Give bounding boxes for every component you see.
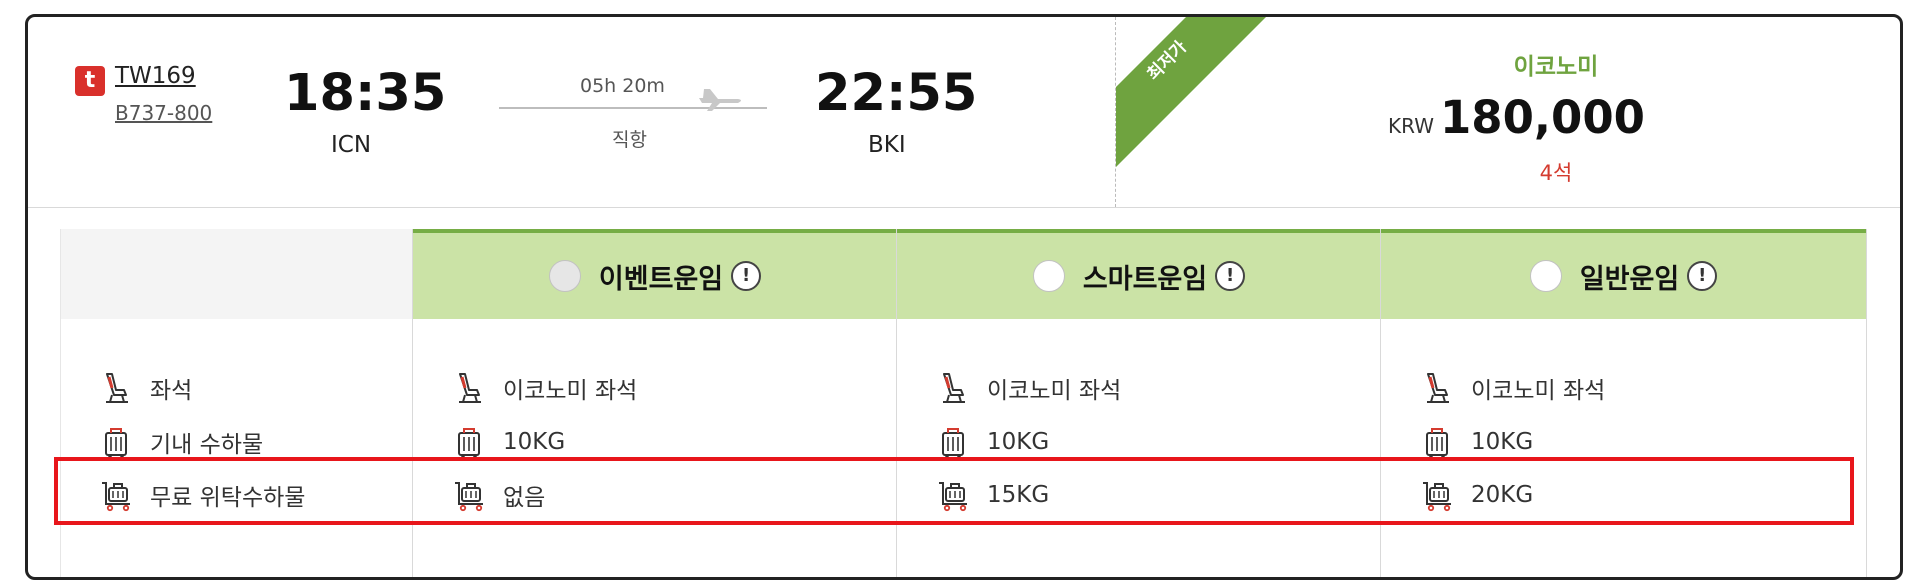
fare-checked: 없음	[451, 478, 545, 512]
currency: KRW	[1388, 114, 1434, 138]
price-row: KRW 180,000	[1388, 91, 1718, 144]
luggage-icon	[458, 428, 480, 460]
fare-table: 좌석 기내 수하물 무료 위탁수하물 이벤트운임 ! 이코노미 좌석 10KG …	[60, 229, 1867, 577]
seat-row-label: 좌석	[98, 371, 192, 405]
cabin-class: 이코노미	[1513, 54, 1599, 80]
aircraft-type-link[interactable]: B737-800	[115, 101, 212, 125]
price-amount: 180,000	[1439, 91, 1645, 144]
fare-carry-on-value: 10KG	[503, 429, 566, 455]
info-icon[interactable]: !	[1215, 261, 1246, 291]
fare-checked: 20KG	[1419, 478, 1533, 512]
baggage-cart-icon	[101, 482, 131, 512]
fare-header-regular[interactable]: 일반운임 !	[1381, 229, 1866, 319]
fare-seat-value: 이코노미 좌석	[1471, 378, 1606, 404]
seat-label: 좌석	[150, 378, 193, 404]
fare-radio-event[interactable]	[548, 260, 581, 292]
fare-radio-regular[interactable]	[1529, 260, 1562, 292]
luggage-icon	[105, 428, 127, 460]
fare-header-event[interactable]: 이벤트운임 !	[413, 229, 897, 319]
stops-label: 직항	[612, 129, 647, 151]
baggage-cart-icon	[1422, 482, 1452, 512]
fare-name: 일반운임	[1579, 263, 1680, 295]
seat-icon	[941, 372, 967, 404]
fare-checked-value: 15KG	[987, 482, 1050, 508]
fare-header-smart[interactable]: 스마트운임 !	[897, 229, 1381, 319]
checked-baggage-label: 무료 위탁수하물	[150, 485, 306, 511]
luggage-icon	[942, 428, 964, 460]
fare-checked-value: 없음	[503, 485, 546, 511]
fare-carry-on-value: 10KG	[987, 429, 1050, 455]
fare-column-event: 이벤트운임 ! 이코노미 좌석 10KG 없음	[412, 229, 897, 577]
fare-name: 이벤트운임	[598, 263, 724, 295]
carry-on-row-label: 기내 수하물	[98, 425, 264, 460]
flight-number-link[interactable]: TW169	[115, 63, 196, 89]
airline-logo: t	[75, 66, 105, 96]
fare-seat-value: 이코노미 좌석	[987, 378, 1122, 404]
fare-seat: 이코노미 좌석	[1419, 371, 1605, 405]
lowest-price-ribbon	[1116, 17, 1316, 207]
checked-row-label: 무료 위탁수하물	[98, 478, 305, 512]
flight-summary: t TW169 B737-800 18:35 ICN 05h 20m 직항 22…	[28, 17, 1900, 208]
fare-seat-value: 이코노미 좌석	[503, 378, 638, 404]
plane-icon	[699, 89, 741, 111]
seats-left: 4석	[1539, 161, 1573, 185]
seat-icon	[1425, 372, 1451, 404]
fare-carry-on-value: 10KG	[1471, 429, 1534, 455]
fare-checked-value: 20KG	[1471, 482, 1534, 508]
fare-checked: 15KG	[935, 478, 1049, 512]
baggage-cart-icon	[938, 482, 968, 512]
fare-column-smart: 스마트운임 ! 이코노미 좌석 10KG 15KG	[896, 229, 1381, 577]
luggage-icon	[1426, 428, 1448, 460]
fare-carry-on: 10KG	[935, 425, 1050, 460]
fare-radio-smart[interactable]	[1032, 260, 1065, 292]
departure-airport: ICN	[331, 132, 372, 158]
label-column-header	[60, 229, 413, 319]
baggage-cart-icon	[454, 482, 484, 512]
flight-duration: 05h 20m	[580, 75, 665, 97]
fare-column-regular: 일반운임 ! 이코노미 좌석 10KG 20KG	[1380, 229, 1867, 577]
fare-seat: 이코노미 좌석	[935, 371, 1121, 405]
seat-icon	[104, 372, 130, 404]
fare-carry-on: 10KG	[451, 425, 566, 460]
info-icon[interactable]: !	[1687, 261, 1718, 291]
carry-on-label: 기내 수하물	[150, 432, 264, 458]
fare-carry-on: 10KG	[1419, 425, 1534, 460]
fare-seat: 이코노미 좌석	[451, 371, 637, 405]
info-icon[interactable]: !	[731, 261, 762, 291]
flight-card: t TW169 B737-800 18:35 ICN 05h 20m 직항 22…	[25, 14, 1903, 580]
seat-icon	[457, 372, 483, 404]
arrival-time: 22:55	[815, 64, 978, 123]
fare-name: 스마트운임	[1082, 263, 1208, 295]
label-column: 좌석 기내 수하물 무료 위탁수하물	[60, 229, 413, 577]
arrival-airport: BKI	[868, 132, 906, 158]
departure-time: 18:35	[284, 64, 447, 123]
